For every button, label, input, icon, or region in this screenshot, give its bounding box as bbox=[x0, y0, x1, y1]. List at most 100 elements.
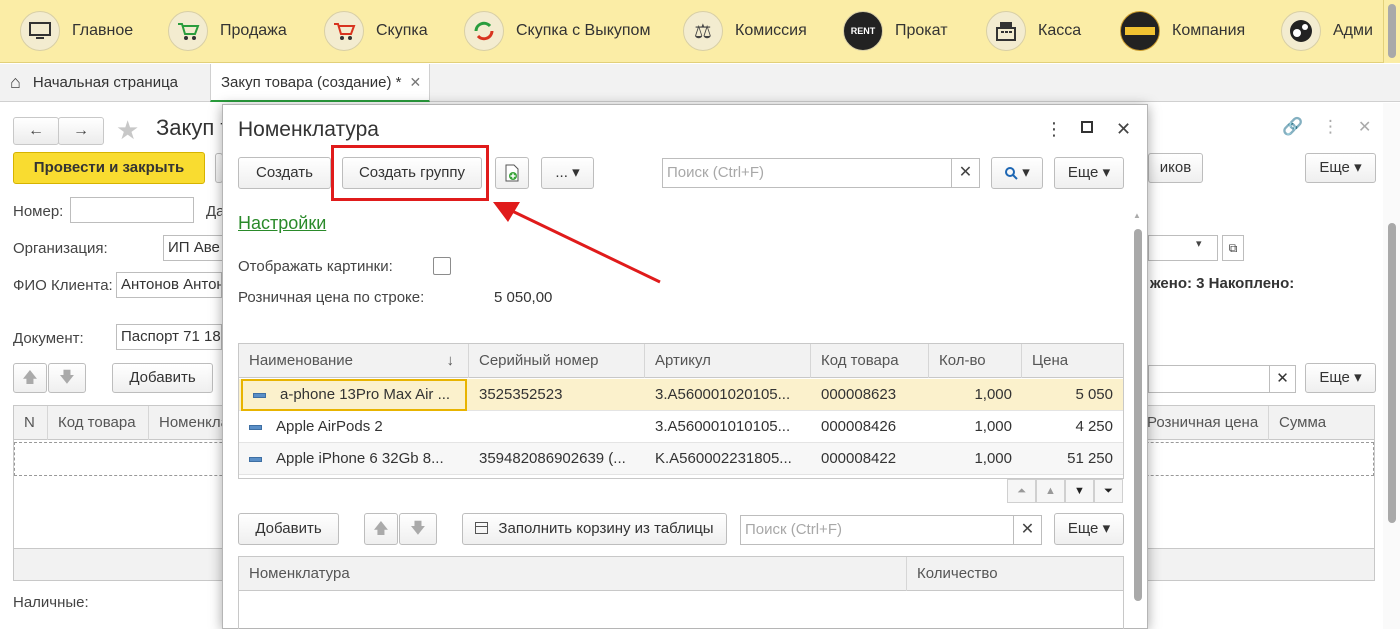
forward-button[interactable]: → bbox=[58, 117, 104, 145]
tab-bar: ⌂ Начальная страница Закуп товара (созда… bbox=[0, 64, 1400, 102]
column-header[interactable]: Артикул bbox=[645, 344, 811, 378]
section-buyup[interactable]: Скупка bbox=[324, 9, 428, 53]
dialog-scrollbar[interactable]: ▲ bbox=[1132, 209, 1146, 629]
table-search-field[interactable]: ✕ bbox=[1148, 365, 1296, 393]
scroll-bottom-icon[interactable]: ⏷ bbox=[1094, 479, 1123, 503]
post-and-close-button[interactable]: Провести и закрыть bbox=[13, 152, 205, 184]
move-down-button[interactable]: 🡇 bbox=[399, 513, 437, 545]
column-header[interactable]: Сумма bbox=[1269, 406, 1374, 440]
cell-qty[interactable]: 1,000 bbox=[929, 443, 1022, 475]
favorite-star-icon[interactable]: ★ bbox=[116, 115, 139, 146]
retail-price-value: 5 050,00 bbox=[494, 289, 553, 306]
clear-icon[interactable]: ✕ bbox=[1269, 366, 1295, 392]
nomenclature-table[interactable]: Наименование ↓ Серийный номер Артикул Ко… bbox=[238, 343, 1124, 479]
cell-code[interactable]: 000008623 bbox=[811, 379, 929, 411]
back-button[interactable]: ← bbox=[13, 117, 59, 145]
tab-home[interactable]: ⌂ Начальная страница bbox=[0, 64, 205, 101]
section-rent[interactable]: RENT Прокат bbox=[843, 9, 948, 53]
create-button[interactable]: Создать bbox=[238, 157, 331, 189]
number-field[interactable] bbox=[70, 197, 194, 223]
cell-price[interactable]: 4 250 bbox=[1022, 411, 1123, 443]
cell-article[interactable]: K.A560002231805... bbox=[645, 443, 811, 475]
column-header[interactable]: Цена bbox=[1022, 344, 1123, 378]
section-sales[interactable]: Продажа bbox=[168, 9, 287, 53]
cell-qty[interactable]: 1,000 bbox=[929, 411, 1022, 443]
move-up-button[interactable]: 🡅 bbox=[13, 363, 47, 393]
move-up-button[interactable]: 🡅 bbox=[364, 513, 398, 545]
settings-link[interactable]: Настройки bbox=[238, 213, 326, 234]
scroll-up-icon[interactable]: ▲ bbox=[1036, 479, 1065, 503]
section-company[interactable]: Компания bbox=[1120, 9, 1245, 53]
cell-qty[interactable]: 1,000 bbox=[929, 379, 1022, 411]
cell-article[interactable]: 3.A560001010105... bbox=[645, 411, 811, 443]
kebab-menu-icon[interactable]: ⋮ bbox=[1045, 119, 1063, 140]
organization-field-tail[interactable] bbox=[1148, 235, 1218, 261]
kebab-menu-icon[interactable]: ⋮ bbox=[1322, 117, 1339, 137]
tab-active-label: Закуп товара (создание) * bbox=[221, 73, 402, 91]
section-admin[interactable]: Адми bbox=[1281, 9, 1373, 53]
cart-more-button[interactable]: Еще ▾ bbox=[1054, 513, 1124, 545]
column-header[interactable]: Розничная цена bbox=[1137, 406, 1269, 440]
page-scrollbar[interactable] bbox=[1383, 103, 1400, 629]
column-header[interactable]: Номенкла bbox=[149, 406, 229, 440]
scroll-top-icon[interactable]: ⏶ bbox=[1007, 479, 1036, 503]
cell-name[interactable]: a-phone 13Pro Max Air ... bbox=[241, 379, 467, 411]
column-header[interactable]: Номенклатура bbox=[239, 557, 907, 591]
cell-name[interactable]: Apple AirPods 2 bbox=[239, 411, 469, 443]
move-down-button[interactable]: 🡇 bbox=[48, 363, 86, 393]
more-button[interactable]: Еще ▾ bbox=[1305, 153, 1376, 183]
column-header[interactable]: Серийный номер bbox=[469, 344, 645, 378]
fill-cart-button[interactable]: Заполнить корзину из таблицы bbox=[462, 513, 727, 545]
close-icon[interactable]: ✕ bbox=[1358, 117, 1371, 137]
cell-price[interactable]: 5 050 bbox=[1022, 379, 1123, 411]
scroll-down-icon[interactable]: ▼ bbox=[1065, 479, 1094, 503]
column-header[interactable]: N bbox=[14, 406, 48, 440]
add-button[interactable]: Добавить bbox=[238, 513, 339, 545]
cell-serial[interactable] bbox=[469, 411, 645, 443]
cell-code[interactable]: 000008422 bbox=[811, 443, 929, 475]
table-row[interactable]: Apple AirPods 2 3.A560001010105... 00000… bbox=[239, 411, 1123, 443]
maximize-icon[interactable] bbox=[1081, 121, 1093, 133]
sections-scrollbar[interactable] bbox=[1383, 0, 1400, 63]
show-pictures-label: Отображать картинки: bbox=[238, 258, 393, 275]
show-pictures-checkbox[interactable] bbox=[433, 257, 451, 275]
cell-name[interactable]: Apple iPhone 6 32Gb 8... bbox=[239, 443, 469, 475]
cell-code[interactable]: 000008426 bbox=[811, 411, 929, 443]
column-header[interactable]: Кол-во bbox=[929, 344, 1022, 378]
clear-icon[interactable]: ✕ bbox=[1013, 516, 1041, 544]
tab-purchase-create[interactable]: Закуп товара (создание) * ✕ bbox=[210, 64, 430, 102]
providers-button[interactable]: иков bbox=[1148, 153, 1203, 183]
link-icon[interactable]: 🔗 bbox=[1282, 117, 1303, 137]
column-header[interactable]: Код товара bbox=[811, 344, 929, 378]
column-header[interactable]: Количество bbox=[907, 557, 1123, 591]
cell-serial[interactable]: 359482086902639 (... bbox=[469, 443, 645, 475]
document-field[interactable]: Паспорт 71 18 bbox=[116, 324, 222, 350]
cell-price[interactable]: 51 250 bbox=[1022, 443, 1123, 475]
table-row[interactable]: Apple iPhone 6 32Gb 8... 359482086902639… bbox=[239, 443, 1123, 475]
open-icon[interactable]: ⧉ bbox=[1222, 235, 1244, 261]
section-main[interactable]: Главное bbox=[20, 9, 133, 53]
scroll-up-arrow-icon[interactable]: ▲ bbox=[1133, 211, 1141, 220]
add-row-button[interactable]: Добавить bbox=[112, 363, 213, 393]
column-header[interactable]: Наименование ↓ bbox=[239, 344, 469, 378]
clear-icon[interactable]: ✕ bbox=[951, 159, 979, 187]
column-header[interactable]: Код товара bbox=[48, 406, 149, 440]
more-actions-button[interactable]: ... ▾ bbox=[541, 157, 594, 189]
section-cashdesk[interactable]: Касса bbox=[986, 9, 1081, 53]
cart-search-input[interactable]: Поиск (Ctrl+F) ✕ bbox=[740, 515, 1042, 545]
section-commission[interactable]: ⚖ Комиссия bbox=[683, 9, 807, 53]
search-button[interactable]: ▾ bbox=[991, 157, 1043, 189]
client-field[interactable]: Антонов Антон bbox=[116, 272, 222, 298]
search-input[interactable]: Поиск (Ctrl+F) ✕ bbox=[662, 158, 980, 188]
add-from-file-button[interactable] bbox=[495, 157, 529, 189]
close-icon[interactable]: ✕ bbox=[409, 74, 421, 91]
cell-serial[interactable]: 3525352523 bbox=[469, 379, 645, 411]
cart-table[interactable]: Номенклатура Количество bbox=[238, 556, 1124, 629]
close-icon[interactable]: ✕ bbox=[1116, 119, 1131, 140]
more-button[interactable]: Еще ▾ bbox=[1054, 157, 1124, 189]
table-more-button[interactable]: Еще ▾ bbox=[1305, 363, 1376, 393]
dropdown-icon[interactable]: ▾ bbox=[1196, 237, 1202, 250]
cell-article[interactable]: 3.A560001020105... bbox=[645, 379, 811, 411]
section-buyup-redeem[interactable]: Скупка с Выкупом bbox=[464, 9, 650, 53]
table-row[interactable]: a-phone 13Pro Max Air ... 3525352523 3.A… bbox=[239, 379, 1123, 411]
